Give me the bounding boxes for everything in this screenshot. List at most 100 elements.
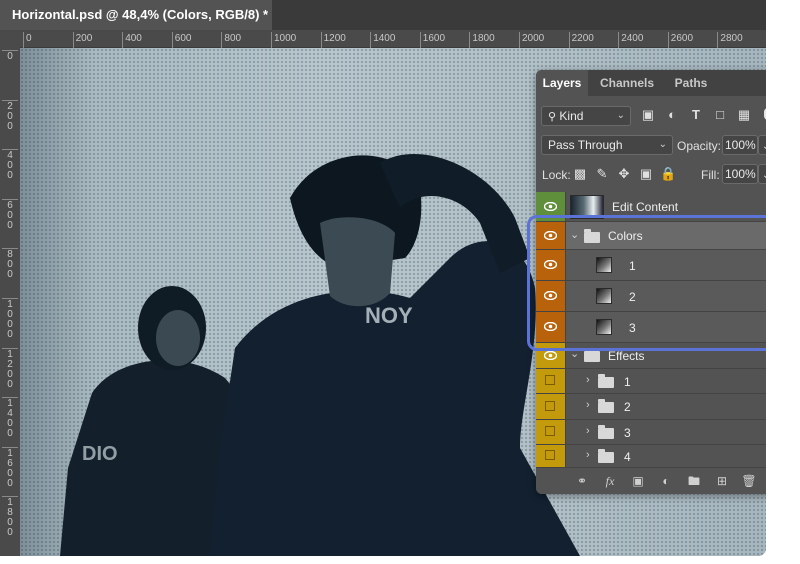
- ruler-label: 1000: [274, 33, 297, 44]
- visibility-toggle[interactable]: [536, 445, 566, 467]
- folder-icon: [598, 449, 614, 463]
- shape-filter-icon[interactable]: □: [712, 107, 728, 123]
- layer-name: 2: [624, 400, 631, 414]
- ruler-tick: [469, 32, 471, 48]
- blend-mode-value: Pass Through: [548, 138, 623, 152]
- fill-dropdown[interactable]: ⌄: [758, 164, 766, 184]
- ruler-label: 2600: [670, 33, 694, 44]
- link-icon[interactable]: ⚭: [574, 474, 590, 488]
- folder-icon: [598, 425, 614, 439]
- lock-image-icon[interactable]: ✎: [594, 166, 610, 182]
- visibility-toggle[interactable]: [536, 369, 566, 393]
- layer-name: Edit Content: [612, 200, 679, 214]
- fill-label: Fill:: [701, 168, 720, 182]
- photoshop-window: Horizontal.psd @ 48,4% (Colors, RGB/8) *…: [0, 0, 766, 556]
- layer-name: Effects: [608, 349, 645, 363]
- layer-row-group-2[interactable]: › 2: [536, 394, 766, 420]
- hidden-box-icon: [545, 426, 555, 436]
- ruler-label: 2200: [571, 33, 594, 44]
- folder-icon: [598, 374, 614, 388]
- ruler-label: 800: [224, 33, 242, 44]
- eye-icon: [544, 350, 557, 360]
- ruler-label: 200: [7, 100, 13, 132]
- ruler-label: 2400: [621, 33, 644, 44]
- blend-mode-select[interactable]: Pass Through ⌄: [541, 135, 673, 155]
- ruler-tick: [23, 32, 24, 48]
- layer-name: 3: [624, 426, 631, 440]
- ruler-tick: [618, 32, 620, 48]
- layer-row-group-3[interactable]: › 3: [536, 420, 766, 445]
- eye-icon: [544, 201, 557, 211]
- document-tab[interactable]: Horizontal.psd @ 48,4% (Colors, RGB/8) *: [0, 0, 272, 30]
- lock-all-icon[interactable]: 🔒: [660, 166, 676, 182]
- ruler-label: 400: [125, 33, 142, 44]
- mask-icon[interactable]: ▣: [630, 474, 646, 488]
- smart-object-filter-icon[interactable]: ▦: [736, 107, 752, 123]
- layer-row-group-1[interactable]: › 1: [536, 369, 766, 394]
- document-tab-bar: Horizontal.psd @ 48,4% (Colors, RGB/8) *: [0, 0, 766, 30]
- opacity-input[interactable]: 100%: [722, 135, 758, 155]
- lock-label: Lock:: [542, 168, 571, 182]
- ruler-tick: [519, 32, 520, 48]
- type-filter-icon[interactable]: T: [688, 107, 704, 123]
- new-group-icon[interactable]: 🖿: [686, 474, 702, 488]
- layer-row-group-4[interactable]: › 4: [536, 445, 766, 468]
- ruler-tick: [122, 32, 124, 48]
- lock-artboard-icon[interactable]: ▣: [638, 166, 654, 182]
- chevron-right-icon[interactable]: ›: [586, 449, 590, 461]
- filter-toggle-icon[interactable]: [764, 108, 766, 120]
- chevron-right-icon[interactable]: ›: [586, 399, 590, 411]
- ruler-tick: [419, 32, 421, 48]
- fill-value: 100%: [725, 167, 756, 181]
- ruler-label: 1400: [7, 398, 13, 440]
- chevron-right-icon[interactable]: ›: [586, 374, 590, 386]
- filter-kind-select[interactable]: ⚲ Kind ⌄: [541, 106, 631, 126]
- tab-channels[interactable]: Channels: [588, 70, 666, 96]
- ruler-tick: [271, 32, 272, 48]
- ruler-label: 1600: [7, 447, 13, 489]
- ruler-tick: [171, 32, 173, 48]
- ruler-label: 1400: [373, 33, 396, 44]
- hidden-box-icon: [545, 450, 555, 460]
- ruler-label: 1200: [7, 348, 13, 390]
- image-filter-icon[interactable]: ▣: [640, 107, 656, 123]
- adjustment-filter-icon[interactable]: ◐: [664, 107, 680, 123]
- visibility-toggle[interactable]: [536, 420, 566, 444]
- folder-icon: [584, 348, 600, 362]
- chevron-down-icon: ⌄: [762, 170, 766, 181]
- ruler-label: 2000: [522, 33, 545, 44]
- ruler-label: 600: [174, 33, 192, 44]
- tab-paths[interactable]: Paths: [666, 70, 716, 96]
- trash-icon[interactable]: 🗑: [741, 474, 757, 488]
- ruler-label: 2800: [720, 33, 743, 44]
- filter-kind-label: Kind: [559, 109, 584, 123]
- chevron-down-icon: ⌄: [616, 110, 625, 121]
- chevron-down-icon: ⌄: [762, 141, 766, 152]
- fx-icon[interactable]: fx: [602, 474, 618, 488]
- tab-layers[interactable]: Layers: [536, 70, 588, 96]
- lock-position-icon[interactable]: ✥: [616, 166, 632, 182]
- ruler-tick: [221, 32, 223, 48]
- lock-transparent-icon[interactable]: ▩: [572, 166, 588, 182]
- layer-name: 4: [624, 450, 631, 464]
- visibility-toggle[interactable]: [536, 394, 566, 419]
- horizontal-ruler[interactable]: 0 200 400 600 800 1000 1200 1400 1600 1800 2000 220…: [20, 30, 766, 48]
- selection-highlight-box: [527, 215, 766, 351]
- hidden-box-icon: [545, 375, 555, 385]
- ruler-label: 0: [26, 33, 32, 44]
- svg-text:DIO: DIO: [82, 443, 118, 465]
- ruler-tick: [667, 32, 669, 48]
- new-layer-icon[interactable]: ⊞: [714, 474, 730, 488]
- ruler-label: 200: [75, 33, 93, 44]
- opacity-dropdown[interactable]: ⌄: [758, 135, 766, 155]
- vertical-ruler[interactable]: 0 200 400 600 800 1000 1200 1400 1600 1800: [0, 48, 20, 556]
- ruler-label: 400: [7, 150, 13, 182]
- opacity-value: 100%: [725, 138, 756, 152]
- ruler-label: 0: [7, 51, 13, 62]
- panel-tab-bar: Layers Channels Paths: [536, 70, 766, 96]
- adjustment-icon[interactable]: ◐: [658, 474, 674, 488]
- fill-input[interactable]: 100%: [722, 164, 758, 184]
- ruler-label: 1000: [7, 299, 13, 340]
- chevron-right-icon[interactable]: ›: [586, 425, 590, 437]
- hidden-box-icon: [545, 400, 555, 411]
